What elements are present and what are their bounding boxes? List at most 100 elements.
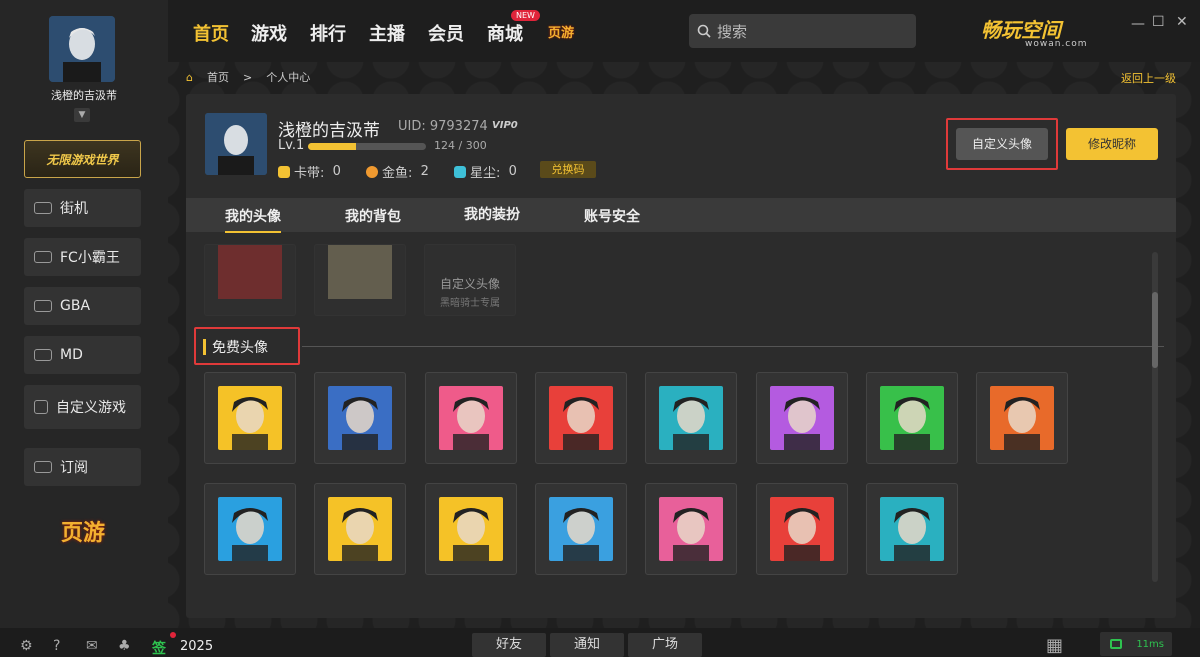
arcade-icon: [34, 202, 52, 214]
new-badge: NEW: [511, 10, 540, 21]
stardust-icon: [454, 165, 466, 178]
avatar-image: [218, 497, 282, 561]
avatar-image: [548, 497, 613, 561]
friends-button[interactable]: 好友: [472, 633, 546, 657]
close-icon[interactable]: ✕: [1176, 14, 1188, 30]
search-icon: [697, 24, 711, 38]
sidebar-item-fc[interactable]: FC小霸王: [24, 238, 141, 276]
network-icon: [1110, 639, 1122, 649]
back-link[interactable]: 返回上一级: [1121, 70, 1176, 86]
goldfish-icon: [366, 165, 378, 178]
help-icon[interactable]: ?: [53, 638, 60, 654]
gear-icon[interactable]: ⚙: [20, 638, 33, 654]
minimize-icon[interactable]: —: [1131, 16, 1145, 32]
nav-rank[interactable]: 排行: [310, 20, 346, 46]
search-placeholder: 搜索: [717, 22, 748, 41]
avatar-image: [548, 386, 613, 450]
chevron-down-icon[interactable]: ▼: [74, 108, 90, 122]
edit-icon: [34, 400, 48, 414]
avatar-image: [438, 386, 503, 450]
free-avatar-card[interactable]: [314, 483, 407, 575]
nav-store[interactable]: 商城: [487, 20, 523, 46]
sidebar-item-md[interactable]: MD: [24, 336, 141, 374]
custom-avatar-sub: 黑暗骑士专属: [440, 298, 500, 309]
maximize-icon[interactable]: ☐: [1152, 14, 1165, 30]
infinite-world-banner[interactable]: 无限游戏世界: [24, 140, 141, 178]
search-input[interactable]: 搜索: [689, 14, 916, 48]
yeyou-logo[interactable]: 页游: [36, 513, 130, 549]
owned-avatar[interactable]: [204, 244, 296, 316]
free-avatar-card[interactable]: [534, 483, 627, 575]
shirt-icon[interactable]: ♣: [118, 638, 131, 654]
sidebar-item-custom-game[interactable]: 自定义游戏: [24, 385, 141, 429]
tab-my-avatar[interactable]: 我的头像: [225, 206, 281, 233]
avatar-image: [879, 497, 944, 561]
free-avatar-card[interactable]: [645, 372, 738, 464]
footer-bar: ⚙ ? ✉ ♣ 签 2025 好友 通知 广场 ▦ 11ms: [0, 628, 1200, 657]
sidebar-item-gba[interactable]: GBA: [24, 287, 141, 325]
rename-button[interactable]: 修改昵称: [1066, 128, 1158, 160]
free-avatar-card[interactable]: [534, 372, 627, 464]
free-avatar-card[interactable]: [204, 483, 296, 575]
nav-anchor[interactable]: 主播: [369, 20, 405, 46]
free-avatar-card[interactable]: [755, 483, 848, 575]
avatar-image: [990, 386, 1055, 450]
notify-dot: [170, 632, 176, 638]
free-avatar-card[interactable]: [424, 483, 517, 575]
year-text: 2025: [180, 639, 214, 654]
profile-panel: 浅橙的吉汲芾 UID: 9793274 VIP0 Lv.1 124 / 300 …: [186, 94, 1176, 618]
free-avatar-card[interactable]: [755, 372, 848, 464]
nav-member[interactable]: 会员: [428, 20, 464, 46]
user-avatar[interactable]: [49, 16, 115, 82]
gamepad-icon: [34, 300, 52, 312]
nav-games[interactable]: 游戏: [251, 20, 287, 46]
avatar-image: [328, 386, 393, 450]
qrcode-icon[interactable]: ▦: [1046, 635, 1063, 656]
free-avatar-card[interactable]: [204, 372, 296, 464]
home-icon[interactable]: ⌂: [186, 71, 193, 84]
currency-stardust: 星尘: 0: [454, 162, 517, 181]
controller-icon: [34, 349, 52, 361]
ping-indicator: 11ms: [1100, 632, 1172, 656]
avatar-image: [769, 386, 834, 450]
scrollbar[interactable]: [1152, 252, 1158, 582]
divider: [302, 346, 1164, 347]
custom-avatar-label: 自定义头像: [439, 277, 500, 291]
message-icon[interactable]: ✉: [86, 638, 98, 654]
free-avatar-title: 免费头像: [203, 337, 268, 357]
avatar-image: [659, 386, 724, 450]
plaza-button[interactable]: 广场: [628, 633, 702, 657]
avatar-image: [769, 497, 834, 561]
exp-bar: [308, 143, 426, 150]
exchange-code-button[interactable]: 兑换码: [540, 161, 596, 178]
sidebar-item-subscribe[interactable]: 订阅: [24, 448, 141, 486]
free-avatar-card[interactable]: [865, 483, 958, 575]
sidebar-item-arcade[interactable]: 街机: [24, 189, 141, 227]
app-logo: 畅玩空间 wowan.com: [981, 18, 1088, 49]
free-avatar-card[interactable]: [865, 372, 958, 464]
cartridge-icon: [278, 165, 290, 178]
free-avatar-card[interactable]: [424, 372, 517, 464]
currency-cartridge: 卡带: 0: [278, 162, 341, 181]
nav-home[interactable]: 首页: [193, 20, 229, 46]
profile-avatar[interactable]: [205, 113, 267, 175]
tab-outfit[interactable]: 我的装扮: [464, 204, 520, 224]
owned-avatar[interactable]: [314, 244, 406, 316]
custom-avatar-button[interactable]: 自定义头像: [956, 128, 1048, 160]
free-avatar-card[interactable]: [645, 483, 738, 575]
free-avatar-card[interactable]: [976, 372, 1069, 464]
avatar-image: [328, 497, 393, 561]
tab-backpack[interactable]: 我的背包: [345, 206, 401, 226]
avatar-image: [438, 497, 503, 561]
breadcrumb-current: 个人中心: [266, 71, 311, 84]
nav-yeyou[interactable]: 页游: [548, 22, 574, 41]
free-avatar-card[interactable]: [314, 372, 407, 464]
profile-uid: UID: 9793274: [398, 119, 488, 134]
notice-button[interactable]: 通知: [550, 633, 624, 657]
sign-in-icon[interactable]: 签: [152, 638, 166, 657]
currency-goldfish: 金鱼: 2: [366, 162, 429, 181]
console-icon: [34, 251, 52, 263]
breadcrumb-home[interactable]: 首页: [207, 71, 229, 84]
tab-security[interactable]: 账号安全: [584, 206, 640, 226]
sidebar: 浅橙的吉汲芾 ▼ 无限游戏世界 街机 FC小霸王 GBA MD 自定义游戏 订阅…: [0, 0, 168, 628]
